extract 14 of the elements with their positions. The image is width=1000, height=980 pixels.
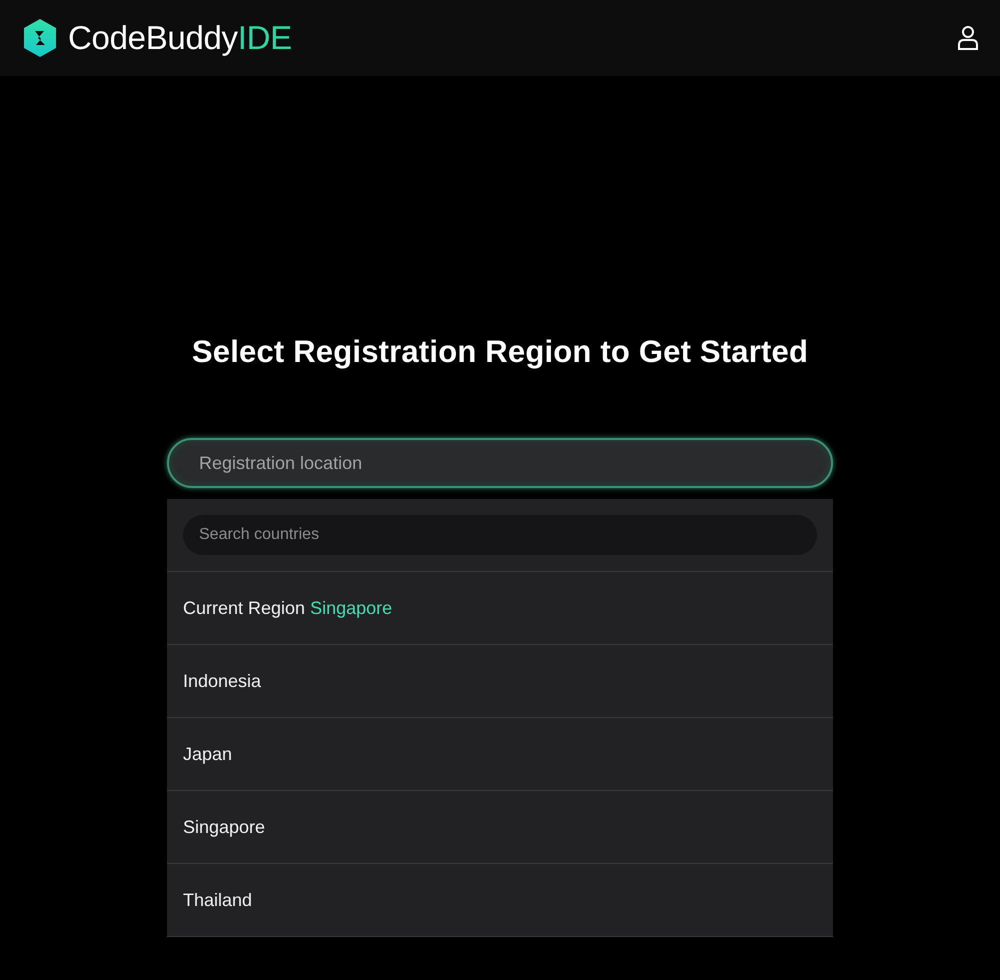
search-field[interactable]: Search countries — [183, 515, 817, 555]
current-region-value: Singapore — [310, 598, 392, 618]
page-title: Select Registration Region to Get Started — [192, 334, 808, 370]
current-region-label: Current Region — [183, 598, 306, 618]
user-icon[interactable] — [956, 25, 980, 51]
country-option[interactable]: Indonesia — [167, 645, 833, 718]
region-field[interactable]: Registration location — [167, 438, 833, 488]
country-option[interactable]: Japan — [167, 718, 833, 791]
logo-suffix: IDE — [238, 19, 292, 57]
country-option[interactable]: Thailand — [167, 864, 833, 937]
current-region-item[interactable]: Current Region Singapore — [167, 572, 833, 645]
logo-name: CodeBuddy — [68, 19, 238, 57]
country-option[interactable]: Singapore — [167, 791, 833, 864]
logo-icon — [22, 18, 58, 58]
